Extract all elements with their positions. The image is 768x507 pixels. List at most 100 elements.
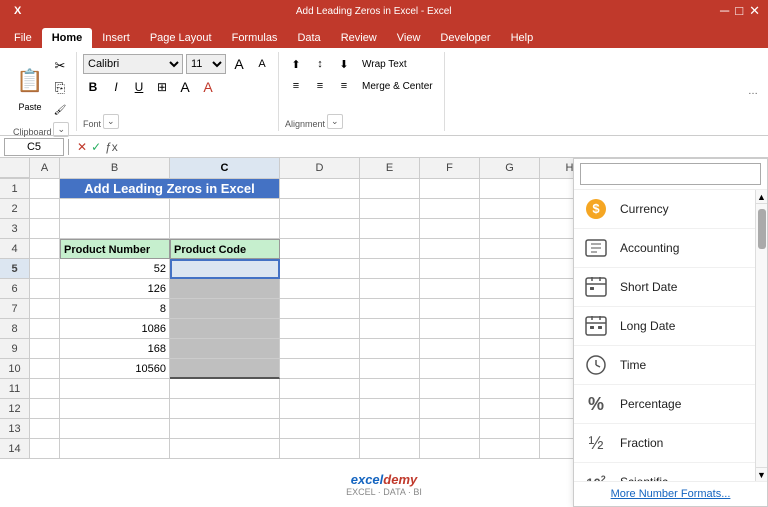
minimize-btn[interactable]: ─ <box>720 3 729 19</box>
cell-f6[interactable] <box>420 279 480 299</box>
cell-d3[interactable] <box>280 219 360 239</box>
scroll-up-btn[interactable]: ▲ <box>756 190 767 204</box>
align-middle-btn[interactable]: ↕ <box>309 54 331 74</box>
col-header-e[interactable]: E <box>360 158 420 178</box>
cell-g5[interactable] <box>480 259 540 279</box>
cell-c14[interactable] <box>170 439 280 459</box>
cell-b12[interactable] <box>60 399 170 419</box>
cell-b6[interactable]: 126 <box>60 279 170 299</box>
close-btn[interactable]: ✕ <box>749 3 760 19</box>
align-left-btn[interactable]: ≡ <box>285 76 307 96</box>
list-item[interactable]: % Percentage <box>574 385 755 424</box>
row-num-13[interactable]: 13 <box>0 419 30 439</box>
cell-g11[interactable] <box>480 379 540 399</box>
select-all-btn[interactable] <box>0 158 30 178</box>
cell-c3[interactable] <box>170 219 280 239</box>
increase-font-btn[interactable]: A <box>229 54 249 74</box>
cell-g3[interactable] <box>480 219 540 239</box>
formula-input[interactable] <box>126 138 764 156</box>
maximize-btn[interactable]: □ <box>735 3 743 19</box>
cell-a10[interactable] <box>30 359 60 379</box>
cell-c8[interactable] <box>170 319 280 339</box>
cell-b1-merged[interactable]: Add Leading Zeros in Excel <box>60 179 280 199</box>
border-button[interactable]: ⊞ <box>152 77 172 97</box>
cell-e9[interactable] <box>360 339 420 359</box>
row-num-11[interactable]: 11 <box>0 379 30 399</box>
clipboard-expand-btn[interactable]: ⌄ <box>53 122 69 137</box>
cell-f5[interactable] <box>420 259 480 279</box>
cell-a6[interactable] <box>30 279 60 299</box>
tab-insert[interactable]: Insert <box>92 28 140 48</box>
align-top-btn[interactable]: ⬆ <box>285 54 307 74</box>
cell-f10[interactable] <box>420 359 480 379</box>
decrease-font-btn[interactable]: A <box>252 54 272 74</box>
cell-d14[interactable] <box>280 439 360 459</box>
cell-b9[interactable]: 168 <box>60 339 170 359</box>
cell-a7[interactable] <box>30 299 60 319</box>
cell-f13[interactable] <box>420 419 480 439</box>
cell-a14[interactable] <box>30 439 60 459</box>
cell-d2[interactable] <box>280 199 360 219</box>
paste-button[interactable]: 📋 <box>12 60 48 102</box>
cell-c12[interactable] <box>170 399 280 419</box>
insert-function-icon[interactable]: ƒx <box>105 140 118 154</box>
col-header-d[interactable]: D <box>280 158 360 178</box>
cell-b4[interactable]: Product Number <box>60 239 170 259</box>
cell-b13[interactable] <box>60 419 170 439</box>
cell-c2[interactable] <box>170 199 280 219</box>
copy-button[interactable]: ⎘ <box>50 78 70 98</box>
cell-c5[interactable] <box>170 259 280 279</box>
tab-formulas[interactable]: Formulas <box>222 28 288 48</box>
cut-button[interactable]: ✂ <box>50 56 70 76</box>
tab-help[interactable]: Help <box>501 28 544 48</box>
cell-c4[interactable]: Product Code <box>170 239 280 259</box>
cell-e14[interactable] <box>360 439 420 459</box>
dropdown-scrollbar[interactable]: ▲ ▼ <box>755 190 767 481</box>
cell-f12[interactable] <box>420 399 480 419</box>
cell-g6[interactable] <box>480 279 540 299</box>
cell-g10[interactable] <box>480 359 540 379</box>
cell-d13[interactable] <box>280 419 360 439</box>
font-color-button[interactable]: A <box>198 77 218 97</box>
list-item[interactable]: Long Date <box>574 307 755 346</box>
cell-b3[interactable] <box>60 219 170 239</box>
cell-e12[interactable] <box>360 399 420 419</box>
scroll-thumb[interactable] <box>758 209 766 249</box>
list-item[interactable]: ½ Fraction <box>574 424 755 463</box>
cell-b7[interactable]: 8 <box>60 299 170 319</box>
cell-a1[interactable] <box>30 179 60 199</box>
cell-g13[interactable] <box>480 419 540 439</box>
tab-developer[interactable]: Developer <box>430 28 500 48</box>
cell-e6[interactable] <box>360 279 420 299</box>
cell-g7[interactable] <box>480 299 540 319</box>
align-right-btn[interactable]: ≡ <box>333 76 355 96</box>
cell-e10[interactable] <box>360 359 420 379</box>
cell-b14[interactable] <box>60 439 170 459</box>
list-item[interactable]: Time <box>574 346 755 385</box>
cell-e5[interactable] <box>360 259 420 279</box>
cell-f3[interactable] <box>420 219 480 239</box>
row-num-2[interactable]: 2 <box>0 199 30 219</box>
cell-d11[interactable] <box>280 379 360 399</box>
cell-f8[interactable] <box>420 319 480 339</box>
cell-f2[interactable] <box>420 199 480 219</box>
font-name-select[interactable]: Calibri <box>83 54 183 74</box>
confirm-formula-icon[interactable]: ✓ <box>91 140 101 154</box>
cancel-formula-icon[interactable]: ✕ <box>77 140 87 154</box>
row-num-6[interactable]: 6 <box>0 279 30 299</box>
col-header-b[interactable]: B <box>60 158 170 178</box>
cell-c13[interactable] <box>170 419 280 439</box>
cell-e7[interactable] <box>360 299 420 319</box>
row-num-14[interactable]: 14 <box>0 439 30 459</box>
row-num-1[interactable]: 1 <box>0 179 30 199</box>
cell-d4[interactable] <box>280 239 360 259</box>
bold-button[interactable]: B <box>83 77 103 97</box>
cell-d10[interactable] <box>280 359 360 379</box>
cell-b10[interactable]: 10560 <box>60 359 170 379</box>
cell-g8[interactable] <box>480 319 540 339</box>
window-controls[interactable]: ─ □ ✕ <box>720 3 760 19</box>
cell-e13[interactable] <box>360 419 420 439</box>
tab-file[interactable]: File <box>4 28 42 48</box>
cell-c7[interactable] <box>170 299 280 319</box>
row-num-4[interactable]: 4 <box>0 239 30 259</box>
